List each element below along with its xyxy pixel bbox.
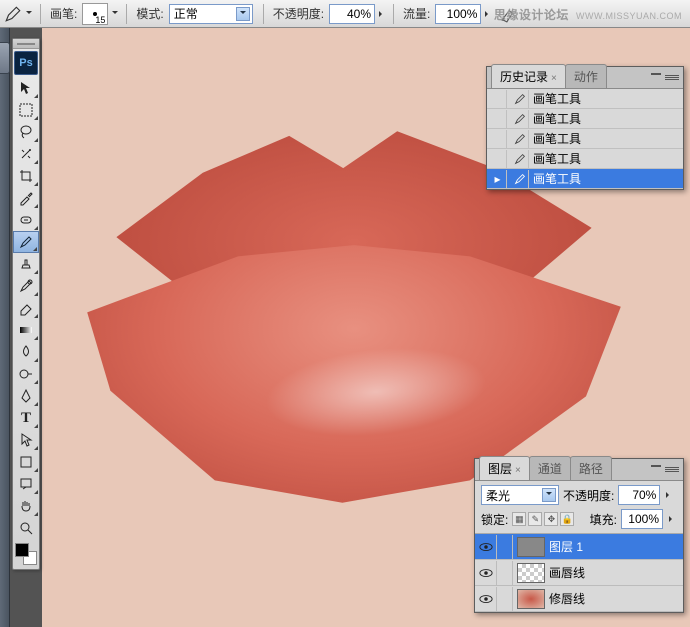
layer-row[interactable]: 修唇线 <box>475 586 683 612</box>
history-panel: 历史记录× 动作 画笔工具 画笔工具 画笔工具 画笔工具 ▸画笔工具 <box>486 66 684 190</box>
layer-list: 图层 1 画唇线 修唇线 <box>475 534 683 612</box>
tab-actions[interactable]: 动作 <box>565 64 607 88</box>
crop-tool[interactable] <box>13 165 39 187</box>
layer-name: 图层 1 <box>549 538 583 555</box>
history-row[interactable]: 画笔工具 <box>487 149 683 169</box>
ps-logo-icon: Ps <box>14 51 38 75</box>
history-row[interactable]: ▸画笔工具 <box>487 169 683 189</box>
healing-brush-tool[interactable] <box>13 209 39 231</box>
flow-flyout[interactable] <box>483 5 493 23</box>
lock-pixels-icon[interactable]: ✎ <box>528 512 542 526</box>
tab-paths[interactable]: 路径 <box>570 456 612 480</box>
clone-stamp-tool[interactable] <box>13 253 39 275</box>
hand-tool[interactable] <box>13 495 39 517</box>
flow-label: 流量: <box>400 5 433 22</box>
toolbox-grip[interactable] <box>13 39 39 49</box>
notes-tool[interactable] <box>13 473 39 495</box>
visibility-toggle[interactable] <box>475 587 497 611</box>
brush-dropdown[interactable] <box>110 5 120 23</box>
layer-row[interactable]: 图层 1 <box>475 534 683 560</box>
layer-name: 修唇线 <box>549 590 585 607</box>
panel-menu-icon[interactable] <box>665 463 679 475</box>
history-row[interactable]: 画笔工具 <box>487 89 683 109</box>
lock-transparency-icon[interactable]: ▦ <box>512 512 526 526</box>
tab-layers[interactable]: 图层× <box>479 456 530 480</box>
opacity-input[interactable]: 40% <box>329 4 375 24</box>
brush-preview[interactable]: 15 <box>82 3 108 25</box>
visibility-toggle[interactable] <box>475 561 497 585</box>
eyedropper-tool[interactable] <box>13 187 39 209</box>
move-tool[interactable] <box>13 77 39 99</box>
flow-input[interactable]: 100% <box>435 4 481 24</box>
pen-tool[interactable] <box>13 385 39 407</box>
type-tool[interactable]: T <box>13 407 39 429</box>
magic-wand-tool[interactable] <box>13 143 39 165</box>
blur-tool[interactable] <box>13 341 39 363</box>
panel-minimize-button[interactable] <box>651 465 661 467</box>
panel-menu-icon[interactable] <box>665 71 679 83</box>
dock-rail <box>0 28 10 627</box>
fill-label: 填充: <box>590 511 617 528</box>
layer-name: 画唇线 <box>549 564 585 581</box>
mode-value: 正常 <box>174 5 232 22</box>
layer-thumbnail[interactable] <box>517 537 545 557</box>
opacity-flyout[interactable] <box>377 5 387 23</box>
fill-input[interactable]: 100% <box>621 509 663 529</box>
tab-channels[interactable]: 通道 <box>529 456 571 480</box>
layer-opacity-input[interactable]: 70% <box>618 485 660 505</box>
marquee-tool[interactable] <box>13 99 39 121</box>
tab-history[interactable]: 历史记录× <box>491 64 566 88</box>
mode-label: 模式: <box>133 5 166 22</box>
airbrush-icon[interactable] <box>499 5 517 23</box>
tool-indicator-brush-icon <box>4 5 22 23</box>
tool-preset-dropdown[interactable] <box>24 5 34 23</box>
panel-minimize-button[interactable] <box>651 73 661 75</box>
lock-all-icon[interactable]: 🔒 <box>560 512 574 526</box>
zoom-tool[interactable] <box>13 517 39 539</box>
shape-tool[interactable] <box>13 451 39 473</box>
history-brush-tool[interactable] <box>13 275 39 297</box>
history-row[interactable]: 画笔工具 <box>487 129 683 149</box>
layer-thumbnail[interactable] <box>517 589 545 609</box>
collapsed-dock-tab[interactable] <box>0 42 10 74</box>
options-bar: 画笔: 15 模式: 正常 不透明度: 40% 流量: 100% <box>0 0 690 28</box>
lock-icons-group: ▦ ✎ ✥ 🔒 <box>512 512 574 526</box>
layer-opacity-label: 不透明度: <box>563 487 614 504</box>
toolbox: Ps T <box>12 38 40 570</box>
layer-opacity-flyout[interactable] <box>664 486 674 504</box>
path-selection-tool[interactable] <box>13 429 39 451</box>
opacity-label: 不透明度: <box>270 5 327 22</box>
layers-panel: 图层× 通道 路径 柔光 不透明度: 70% 锁定: ▦ ✎ ✥ 🔒 <box>474 458 684 613</box>
lock-position-icon[interactable]: ✥ <box>544 512 558 526</box>
mode-select[interactable]: 正常 <box>169 4 253 24</box>
color-swatches[interactable] <box>15 543 37 565</box>
lock-label: 锁定: <box>481 511 508 528</box>
lasso-tool[interactable] <box>13 121 39 143</box>
dodge-tool[interactable] <box>13 363 39 385</box>
layer-row[interactable]: 画唇线 <box>475 560 683 586</box>
history-list: 画笔工具 画笔工具 画笔工具 画笔工具 ▸画笔工具 <box>487 89 683 189</box>
brush-tool[interactable] <box>13 231 39 253</box>
brush-label: 画笔: <box>47 5 80 22</box>
visibility-toggle[interactable] <box>475 535 497 559</box>
history-row[interactable]: 画笔工具 <box>487 109 683 129</box>
layer-thumbnail[interactable] <box>517 563 545 583</box>
gradient-tool[interactable] <box>13 319 39 341</box>
fill-flyout[interactable] <box>667 510 677 528</box>
eraser-tool[interactable] <box>13 297 39 319</box>
workspace: Ps T <box>0 28 690 627</box>
brush-size-value: 15 <box>95 15 105 25</box>
blend-mode-select[interactable]: 柔光 <box>481 485 559 505</box>
foreground-color-swatch[interactable] <box>15 543 29 557</box>
